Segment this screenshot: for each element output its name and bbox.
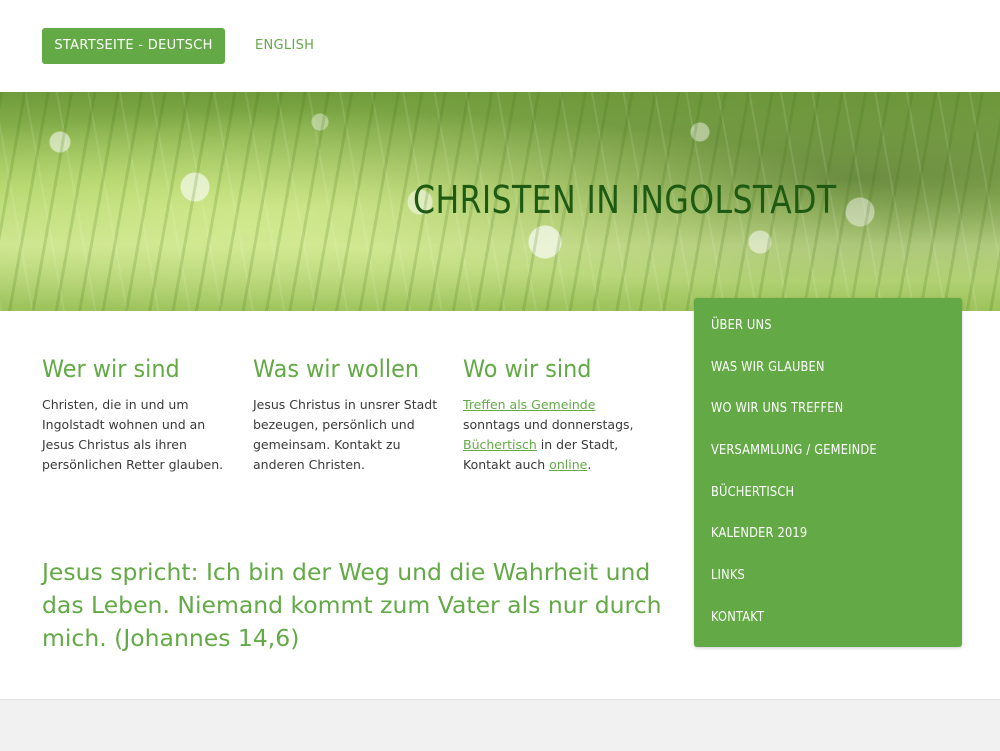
column-heading: Wer wir sind (42, 355, 180, 383)
buechertisch-link[interactable]: Büchertisch (463, 437, 537, 452)
column-heading: Was wir wollen (253, 355, 419, 383)
meeting-link[interactable]: Treffen als Gemeinde (463, 397, 595, 412)
lang-english-link[interactable]: ENGLISH (255, 28, 314, 64)
hero-banner: CHRISTEN IN INGOLSTADT (0, 92, 1000, 311)
menu-item-links[interactable]: LINKS (711, 565, 745, 587)
side-menu: ÜBER UNS WAS WIR GLAUBEN WO WIR UNS TREF… (694, 298, 962, 647)
menu-item-wo-wir-uns-treffen[interactable]: WO WIR UNS TREFFEN (711, 398, 843, 420)
text-fragment: sonntags und donnerstags, (463, 417, 634, 432)
site-title: CHRISTEN IN INGOLSTADT (413, 178, 837, 222)
column-heading: Wo wir sind (463, 355, 592, 383)
bible-quote: Jesus spricht: Ich bin der Weg und die W… (42, 558, 662, 652)
lang-german-button[interactable]: STARTSEITE - DEUTSCH (42, 28, 225, 64)
menu-item-versammlung[interactable]: VERSAMMLUNG / GEMEINDE (711, 440, 877, 462)
footer (0, 699, 1000, 751)
column-text: Treffen als Gemeinde sonntags und donner… (463, 395, 653, 475)
menu-item-was-wir-glauben[interactable]: WAS WIR GLAUBEN (711, 357, 825, 379)
menu-item-kontakt[interactable]: KONTAKT (711, 607, 764, 629)
column-who: Wer wir sind Christen, die in und um Ing… (42, 355, 232, 475)
menu-item-buechertisch[interactable]: BÜCHERTISCH (711, 482, 794, 504)
column-where: Wo wir sind Treffen als Gemeinde sonntag… (463, 355, 653, 475)
top-bar: STARTSEITE - DEUTSCH ENGLISH (0, 0, 1000, 92)
column-what: Was wir wollen Jesus Christus in unsrer … (253, 355, 443, 475)
column-text: Jesus Christus in unsrer Stadt bezeugen,… (253, 397, 438, 472)
column-text: Christen, die in und um Ingolstadt wohne… (42, 397, 224, 472)
menu-item-ueber-uns[interactable]: ÜBER UNS (711, 315, 772, 337)
menu-item-kalender[interactable]: KALENDER 2019 (711, 523, 807, 545)
text-fragment: . (587, 457, 592, 472)
online-link[interactable]: online (549, 457, 587, 472)
